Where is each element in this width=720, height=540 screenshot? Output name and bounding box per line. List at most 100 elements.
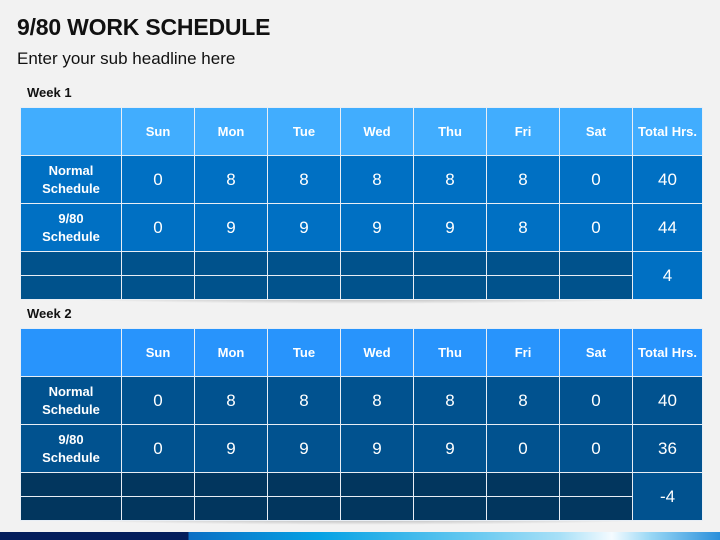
table-row-blank: [20, 496, 703, 521]
row-label: 9/80 Schedule: [20, 203, 122, 252]
table-header-row: Sun Mon Tue Wed Thu Fri Sat Total Hrs.: [20, 107, 703, 156]
cell-sat: 0: [559, 155, 633, 204]
cell-fri: 0: [486, 424, 560, 473]
table-row-normal: Normal Schedule 0 8 8 8 8 8 0 40: [20, 155, 703, 204]
cell-sat: 0: [559, 203, 633, 252]
cell-total: 44: [632, 203, 703, 252]
header-mon: Mon: [194, 107, 268, 156]
header-total: Total Hrs.: [632, 328, 703, 377]
footer-gradient-bar: [0, 532, 720, 540]
blank-cell: [413, 251, 487, 276]
header-total: Total Hrs.: [632, 107, 703, 156]
cell-tue: 8: [267, 376, 341, 425]
week-1-table-container: Sun Mon Tue Wed Thu Fri Sat Total Hrs. N…: [20, 107, 703, 304]
cell-fri: 8: [486, 376, 560, 425]
header-thu: Thu: [413, 328, 487, 377]
week-1-label: Week 1: [27, 85, 72, 100]
table-row-blank: -4: [20, 472, 703, 521]
cell-wed: 9: [340, 424, 414, 473]
cell-fri: 8: [486, 203, 560, 252]
blank-cell: [340, 496, 414, 521]
header-sat: Sat: [559, 328, 633, 377]
cell-thu: 8: [413, 376, 487, 425]
cell-fri: 8: [486, 155, 560, 204]
blank-cell: [267, 251, 341, 276]
cell-total: 36: [632, 424, 703, 473]
header-tue: Tue: [267, 328, 341, 377]
week-2-table-container: Sun Mon Tue Wed Thu Fri Sat Total Hrs. N…: [20, 328, 703, 525]
blank-cell: [559, 472, 633, 497]
cell-thu: 8: [413, 155, 487, 204]
row-label: 9/80 Schedule: [20, 424, 122, 473]
blank-cell: [340, 275, 414, 300]
blank-cell: [194, 496, 268, 521]
cell-wed: 9: [340, 203, 414, 252]
cell-total: 40: [632, 376, 703, 425]
cell-total: 40: [632, 155, 703, 204]
blank-cell: [20, 472, 122, 497]
page-title: 9/80 WORK SCHEDULE: [17, 14, 271, 40]
cell-thu: 9: [413, 203, 487, 252]
blank-cell: [340, 472, 414, 497]
header-sun: Sun: [121, 328, 195, 377]
blank-cell: [194, 275, 268, 300]
cell-tue: 9: [267, 203, 341, 252]
table-header-row: Sun Mon Tue Wed Thu Fri Sat Total Hrs.: [20, 328, 703, 377]
blank-cell: [413, 472, 487, 497]
page-subtitle: Enter your sub headline here: [17, 49, 236, 68]
cell-tue: 9: [267, 424, 341, 473]
blank-cell: [267, 472, 341, 497]
row-label: Normal Schedule: [20, 376, 122, 425]
row-label: Normal Schedule: [20, 155, 122, 204]
blank-cell: [413, 275, 487, 300]
cell-mon: 8: [194, 155, 268, 204]
difference-cell: 4: [632, 251, 703, 300]
header-wed: Wed: [340, 328, 414, 377]
table-row-980: 9/80 Schedule 0 9 9 9 9 8 0 44: [20, 203, 703, 252]
table-row-normal: Normal Schedule 0 8 8 8 8 8 0 40: [20, 376, 703, 425]
week-1-schedule-table: Sun Mon Tue Wed Thu Fri Sat Total Hrs. N…: [20, 107, 703, 300]
cell-sun: 0: [121, 424, 195, 473]
blank-cell: [559, 496, 633, 521]
blank-cell: [20, 496, 122, 521]
blank-cell: [559, 251, 633, 276]
cell-sat: 0: [559, 376, 633, 425]
week-2-schedule-table: Sun Mon Tue Wed Thu Fri Sat Total Hrs. N…: [20, 328, 703, 521]
header-fri: Fri: [486, 328, 560, 377]
cell-sun: 0: [121, 376, 195, 425]
blank-cell: [267, 496, 341, 521]
difference-cell: -4: [632, 472, 703, 521]
cell-mon: 8: [194, 376, 268, 425]
header-sun: Sun: [121, 107, 195, 156]
cell-sun: 0: [121, 155, 195, 204]
blank-cell: [20, 275, 122, 300]
blank-cell: [486, 275, 560, 300]
blank-cell: [413, 496, 487, 521]
table-row-blank: 4: [20, 251, 703, 300]
blank-cell: [121, 472, 195, 497]
blank-cell: [194, 251, 268, 276]
blank-cell: [121, 251, 195, 276]
blank-cell: [194, 472, 268, 497]
blank-cell: [486, 251, 560, 276]
header-blank: [20, 107, 122, 156]
header-mon: Mon: [194, 328, 268, 377]
cell-mon: 9: [194, 424, 268, 473]
header-tue: Tue: [267, 107, 341, 156]
table-row-blank: [20, 275, 703, 300]
header-blank: [20, 328, 122, 377]
header-fri: Fri: [486, 107, 560, 156]
header-sat: Sat: [559, 107, 633, 156]
cell-thu: 9: [413, 424, 487, 473]
blank-cell: [121, 275, 195, 300]
cell-wed: 8: [340, 155, 414, 204]
blank-cell: [486, 472, 560, 497]
week-2-label: Week 2: [27, 306, 72, 321]
header-wed: Wed: [340, 107, 414, 156]
blank-cell: [267, 275, 341, 300]
blank-cell: [559, 275, 633, 300]
cell-sat: 0: [559, 424, 633, 473]
cell-sun: 0: [121, 203, 195, 252]
blank-cell: [20, 251, 122, 276]
blank-cell: [121, 496, 195, 521]
